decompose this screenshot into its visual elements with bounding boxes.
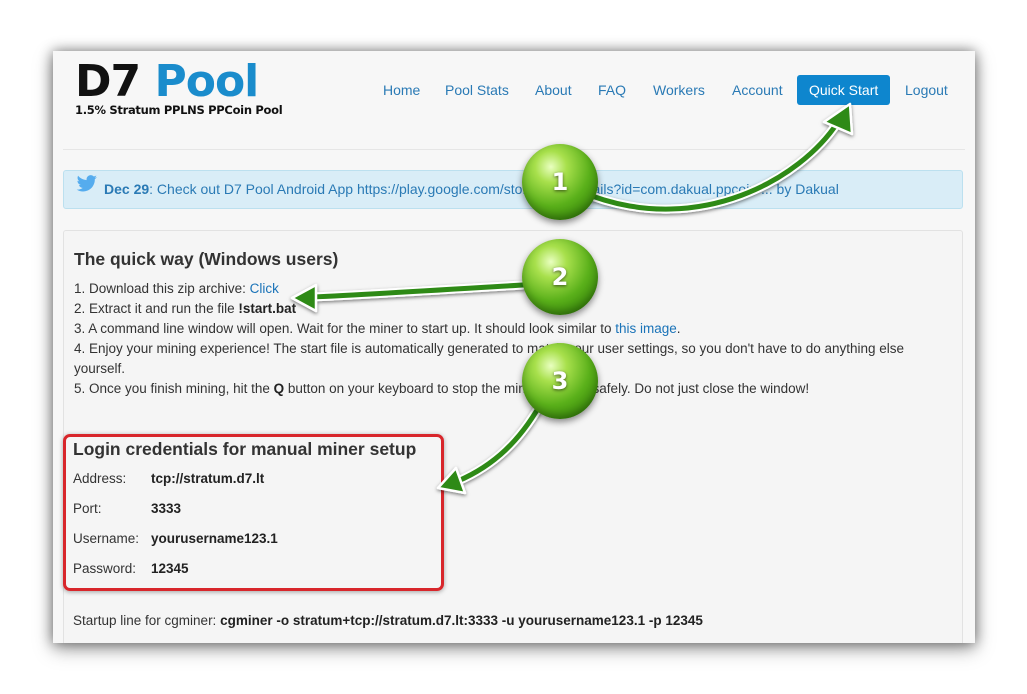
cgminer-command: cgminer -o stratum+tcp://stratum.d7.lt:3… <box>220 613 703 628</box>
credentials-highlight-box <box>63 434 444 591</box>
step-badge-1: 1 <box>522 144 598 220</box>
step-2: 2. Extract it and run the file !start.ba… <box>74 301 297 316</box>
step-badge-2: 2 <box>522 239 598 315</box>
logo-subtitle: 1.5% Stratum PPLNS PPCoin Pool <box>75 103 283 117</box>
quick-way-title: The quick way (Windows users) <box>74 249 339 269</box>
download-zip-link[interactable]: Click <box>250 281 279 296</box>
header-divider <box>63 149 965 150</box>
nav-home[interactable]: Home <box>383 75 420 105</box>
alert-date: Dec 29 <box>104 181 150 197</box>
twitter-bird-icon <box>76 171 98 207</box>
start-bat-filename: !start.bat <box>238 301 297 316</box>
nav-pool-stats[interactable]: Pool Stats <box>445 75 509 105</box>
step-5: 5. Once you finish mining, hit the Q but… <box>74 381 810 396</box>
example-image-link[interactable]: this image <box>615 321 677 336</box>
startup-line: Startup line for cgminer: cgminer -o str… <box>73 613 703 628</box>
alert-message[interactable]: : Check out D7 Pool Android App https://… <box>149 181 839 197</box>
nav-quick-start[interactable]: Quick Start <box>797 75 891 105</box>
step-3: 3. A command line window will open. Wait… <box>74 321 681 336</box>
nav-about[interactable]: About <box>535 75 572 105</box>
step-1: 1. Download this zip archive: Click <box>74 281 279 296</box>
step-badge-3: 3 <box>522 343 598 419</box>
step-4: 4. Enjoy your mining experience! The sta… <box>74 341 905 356</box>
main-nav: Home Pool Stats About FAQ Workers Accoun… <box>53 75 975 105</box>
news-alert: Dec 29: Check out D7 Pool Android App ht… <box>63 170 963 209</box>
nav-account[interactable]: Account <box>732 75 783 105</box>
step-4-continued: yourself. <box>74 361 126 376</box>
nav-faq[interactable]: FAQ <box>598 75 626 105</box>
nav-workers[interactable]: Workers <box>653 75 705 105</box>
q-key: Q <box>273 381 285 396</box>
nav-logout[interactable]: Logout <box>905 75 948 105</box>
